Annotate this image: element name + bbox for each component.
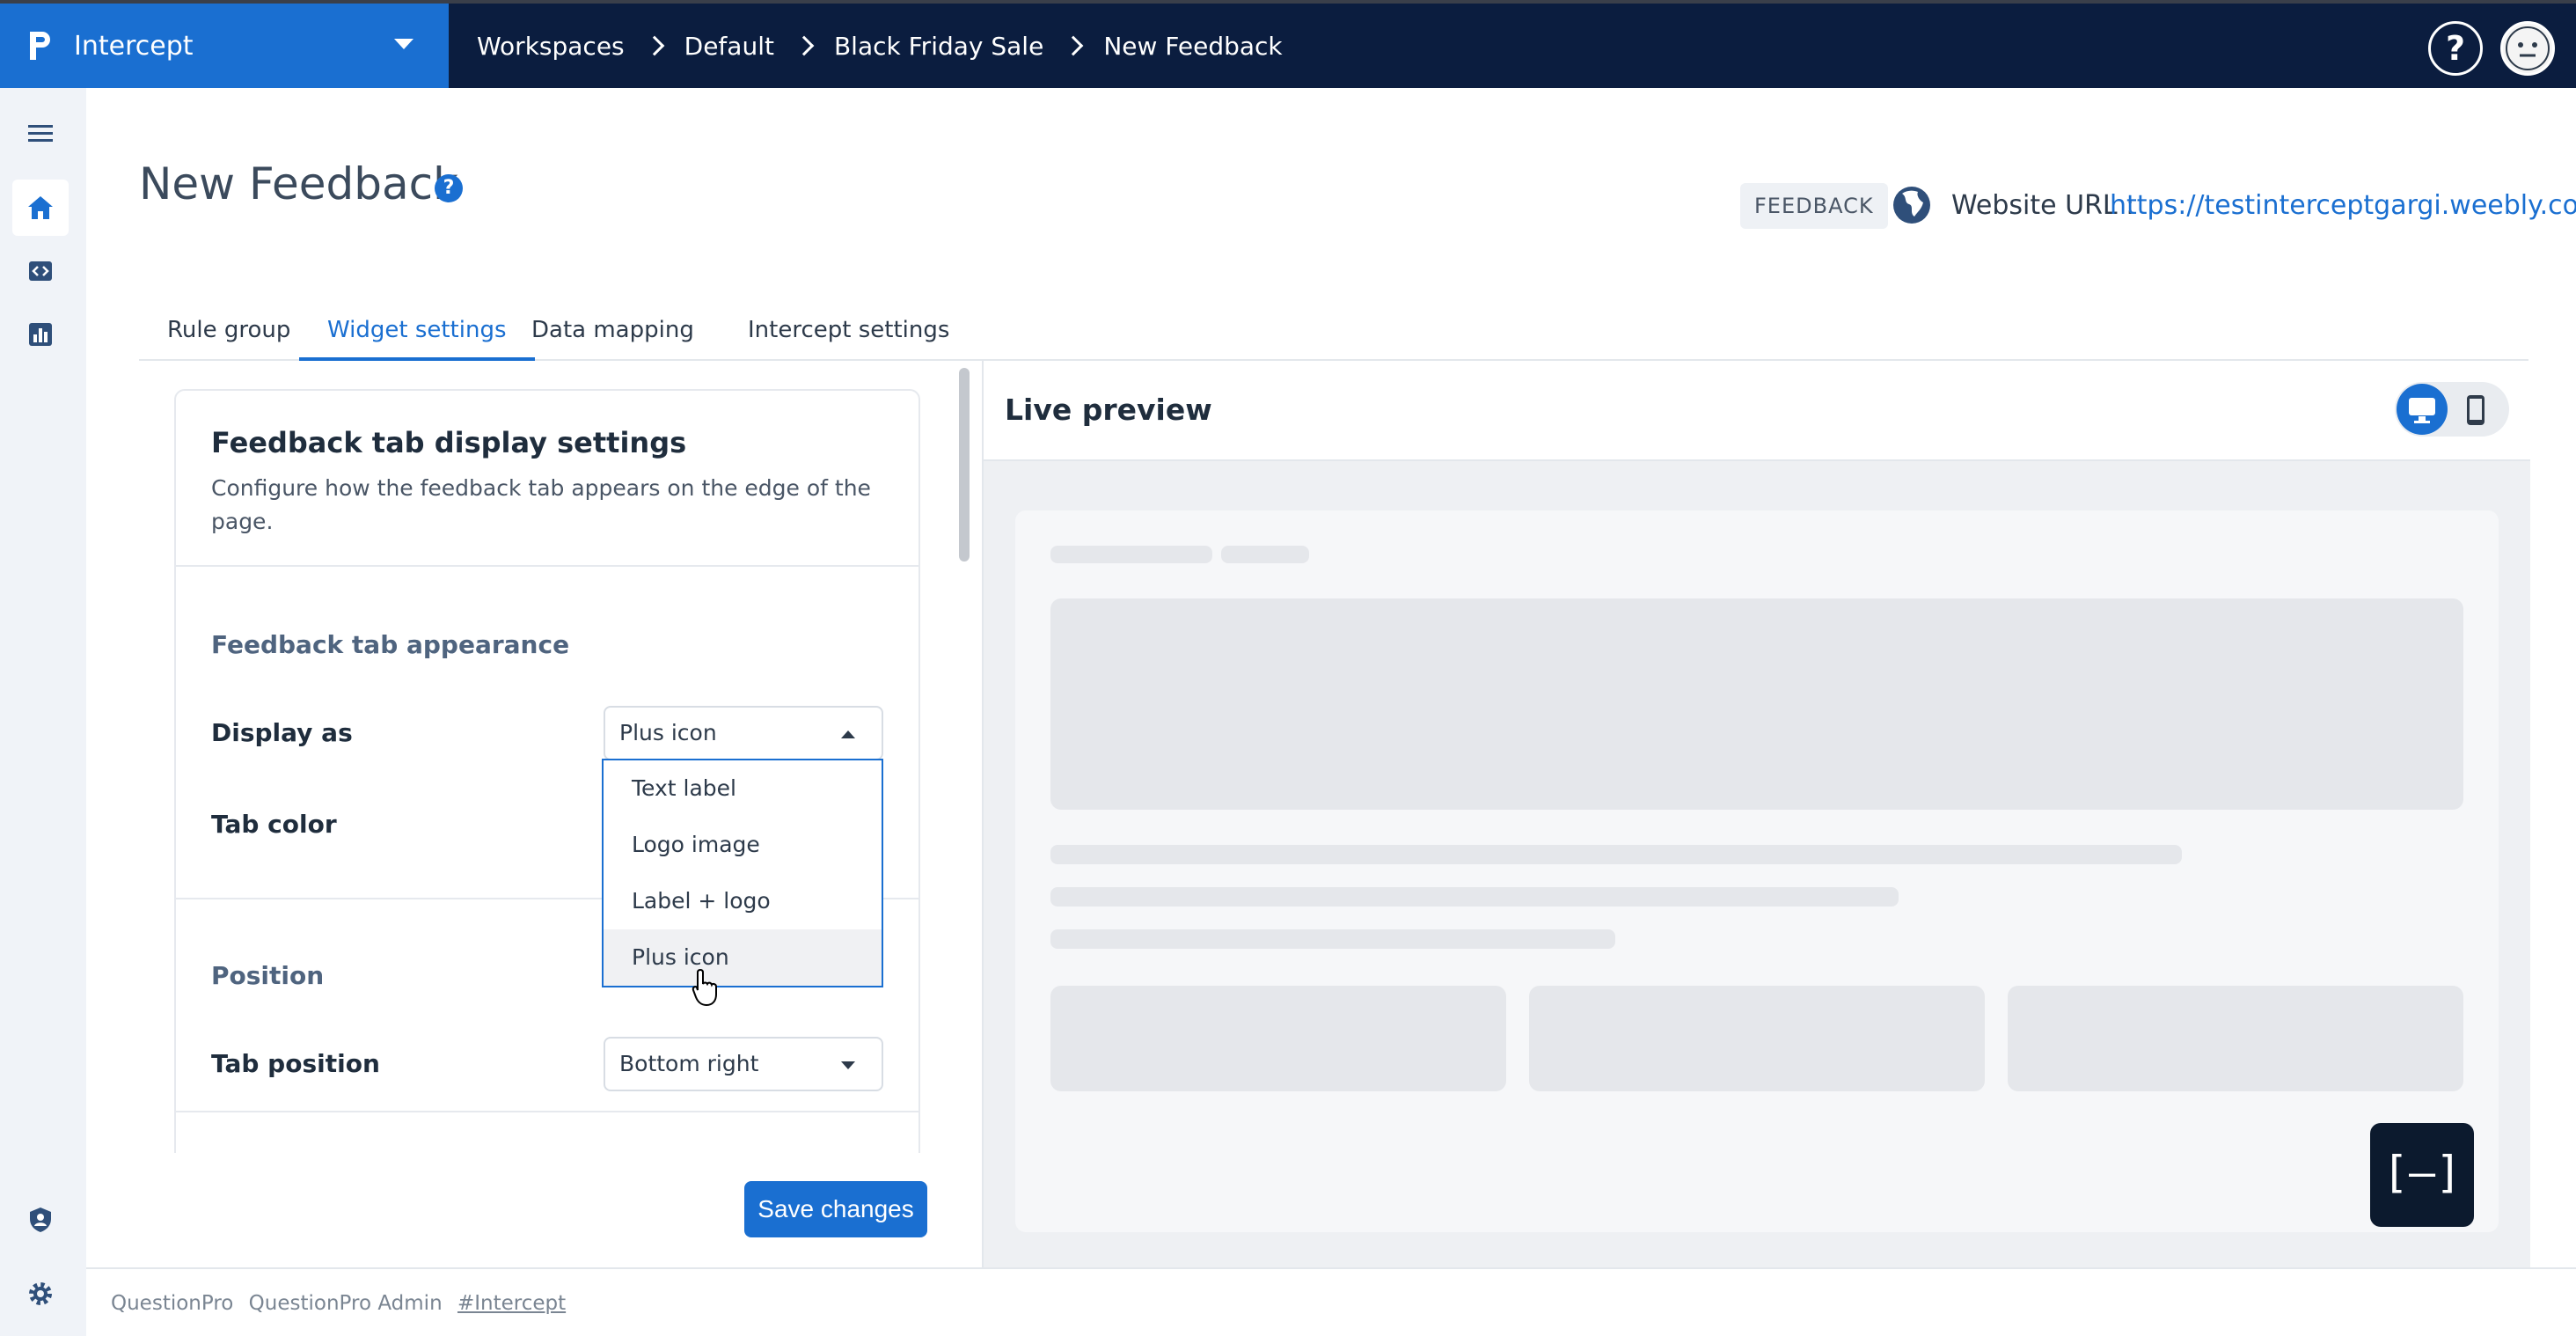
user-face-icon (2506, 26, 2550, 70)
sidebar (0, 88, 86, 1336)
desktop-view-button[interactable] (2397, 384, 2448, 435)
analytics-icon[interactable] (12, 306, 69, 363)
caret-down-icon (841, 1061, 855, 1069)
mock-website: [–] (1015, 510, 2499, 1232)
footer-product-link[interactable]: #Intercept (457, 1292, 566, 1315)
breadcrumb-new-feedback: New Feedback (1103, 31, 1283, 61)
device-toggle[interactable] (2395, 382, 2509, 437)
shield-icon[interactable] (12, 1192, 69, 1248)
skeleton-hero (1050, 598, 2463, 810)
globe-icon (1893, 187, 1930, 224)
option-label-logo[interactable]: Label + logo (604, 873, 882, 929)
breadcrumb: Workspaces Default Black Friday Sale New… (477, 4, 1283, 88)
website-url-link[interactable]: https://testinterceptgargi.weebly.com (2110, 190, 2576, 221)
preview-title: Live preview (1005, 393, 1212, 427)
skeleton-line (1050, 887, 1899, 907)
tab-bar: Rule group Widget settings Data mapping … (139, 299, 2528, 361)
help-icon[interactable]: ? (2428, 21, 2483, 76)
settings-panel[interactable]: Feedback tab display settings Configure … (139, 363, 957, 1153)
hand-cursor-icon (692, 968, 717, 1007)
display-as-select[interactable]: Plus icon (604, 706, 883, 760)
page-title: New Feedback (139, 158, 459, 209)
product-switcher[interactable]: Intercept (0, 4, 449, 88)
tab-widget-settings[interactable]: Widget settings (299, 299, 535, 361)
skeleton-card (1529, 986, 1985, 1091)
avatar[interactable] (2500, 21, 2555, 76)
section-title-appearance: Feedback tab appearance (211, 630, 570, 659)
option-plus-icon[interactable]: Plus icon (604, 929, 882, 986)
top-bar: Intercept Workspaces Default Black Frida… (0, 0, 2576, 88)
question-circle-icon[interactable]: ? (435, 174, 463, 202)
display-as-value: Plus icon (619, 720, 717, 745)
divider (176, 1111, 920, 1112)
feedback-widget-preview[interactable]: [–] (2370, 1123, 2474, 1227)
skeleton-line (1050, 929, 1615, 949)
card-description: Configure how the feedback tab appears o… (211, 475, 871, 534)
menu-icon[interactable] (12, 106, 69, 162)
settings-scrollbar[interactable] (959, 368, 970, 562)
type-badge: FEEDBACK (1740, 183, 1888, 229)
website-url-label: Website URL : (1951, 190, 2135, 221)
tab-intercept-settings[interactable]: Intercept settings (720, 299, 977, 361)
mobile-icon[interactable] (2465, 394, 2486, 426)
preview-canvas: [–] (984, 459, 2530, 1267)
section-title-position: Position (211, 961, 325, 990)
skeleton-card (2008, 986, 2463, 1091)
display-as-label: Display as (211, 718, 353, 747)
caret-up-icon (841, 730, 855, 738)
tab-position-select[interactable]: Bottom right (604, 1037, 883, 1091)
tab-color-label: Tab color (211, 810, 337, 839)
display-as-options: Text label Logo image Label + logo Plus … (602, 759, 883, 987)
skeleton-line (1050, 546, 1212, 563)
footer-company: QuestionPro (111, 1292, 234, 1315)
chevron-right-icon (1063, 35, 1084, 56)
home-icon[interactable] (12, 180, 69, 236)
breadcrumb-default[interactable]: Default (684, 32, 774, 61)
tab-rule-group[interactable]: Rule group (139, 299, 318, 361)
skeleton-line (1221, 546, 1309, 563)
footer: QuestionPro QuestionPro Admin #Intercept (86, 1267, 2576, 1336)
footer-user: QuestionPro Admin (248, 1292, 443, 1315)
divider (176, 565, 920, 567)
footer-text: QuestionPro QuestionPro Admin #Intercept (111, 1292, 574, 1315)
card-title: Feedback tab display settings (211, 426, 687, 459)
product-name: Intercept (74, 30, 194, 62)
save-changes-button[interactable]: Save changes (744, 1181, 927, 1237)
breadcrumb-workspaces[interactable]: Workspaces (477, 32, 625, 61)
option-logo-image[interactable]: Logo image (604, 817, 882, 873)
questionpro-logo-icon (30, 32, 50, 60)
code-icon[interactable] (12, 243, 69, 299)
desktop-icon (2409, 398, 2435, 423)
gear-icon[interactable] (12, 1266, 69, 1322)
skeleton-line (1050, 845, 2182, 864)
breadcrumb-black-friday-sale[interactable]: Black Friday Sale (834, 32, 1043, 61)
tab-position-label: Tab position (211, 1049, 380, 1078)
live-preview-panel: Live preview [–] (982, 361, 2530, 1267)
chevron-right-icon (644, 35, 664, 56)
tab-position-value: Bottom right (619, 1051, 759, 1076)
skeleton-card (1050, 986, 1506, 1091)
caret-down-icon[interactable] (394, 39, 413, 49)
option-text-label[interactable]: Text label (604, 760, 882, 817)
tab-data-mapping[interactable]: Data mapping (503, 299, 722, 361)
chevron-right-icon (794, 35, 815, 56)
